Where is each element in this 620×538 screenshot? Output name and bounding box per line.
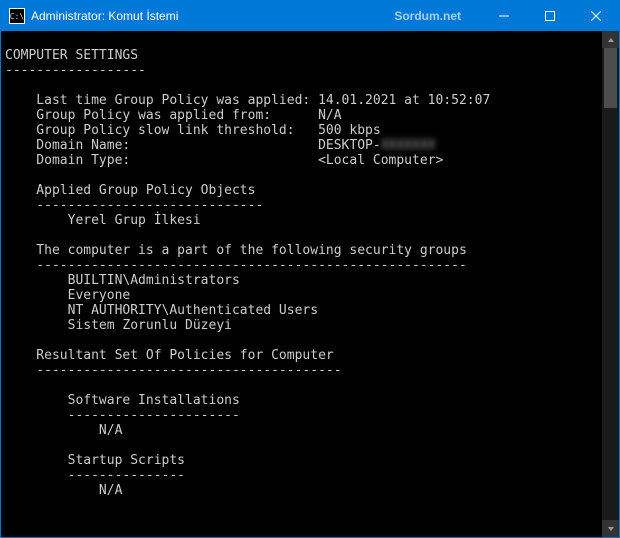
subsection-underline: -----------------------------	[5, 198, 263, 213]
window-title: Administrator: Komut İstemi	[31, 9, 178, 23]
blurred-hostname: XXXXXXX	[381, 138, 436, 153]
subsubsection-underline: ---------------	[5, 468, 185, 483]
command-prompt-window: C:\ Administrator: Komut İstemi Sordum.n…	[0, 0, 620, 538]
watermark: Sordum.net	[394, 9, 461, 23]
titlebar[interactable]: C:\ Administrator: Komut İstemi Sordum.n…	[1, 1, 619, 31]
info-row: Last time Group Policy was applied: 14.0…	[5, 93, 490, 108]
scrollbar-thumb[interactable]	[604, 48, 617, 108]
scroll-up-button[interactable]	[602, 31, 619, 48]
info-row: Group Policy slow link threshold: 500 kb…	[5, 123, 381, 138]
subsection-title: Applied Group Policy Objects	[5, 183, 255, 198]
list-item: Sistem Zorunlu Düzeyi	[5, 318, 232, 333]
info-row: Domain Type: <Local Computer>	[5, 153, 443, 168]
scrollbar-track[interactable]	[602, 48, 619, 520]
subsection-underline: ----------------------------------------…	[5, 258, 467, 273]
vertical-scrollbar[interactable]	[602, 31, 619, 537]
minimize-button[interactable]	[481, 1, 527, 31]
subsubsection-title: Startup Scripts	[5, 453, 185, 468]
info-row: Group Policy was applied from: N/A	[5, 108, 342, 123]
subsubsection-title: Software Installations	[5, 393, 240, 408]
subsection-underline: ---------------------------------------	[5, 363, 342, 378]
maximize-button[interactable]	[527, 1, 573, 31]
window-controls	[481, 1, 619, 31]
scroll-down-button[interactable]	[602, 520, 619, 537]
value-na: N/A	[5, 423, 122, 438]
console-area: COMPUTER SETTINGS ------------------ Las…	[1, 31, 619, 537]
section-header: COMPUTER SETTINGS	[5, 48, 138, 63]
list-item: BUILTIN\Administrators	[5, 273, 240, 288]
value-na: N/A	[5, 483, 122, 498]
list-item: NT AUTHORITY\Authenticated Users	[5, 303, 318, 318]
subsubsection-underline: ----------------------	[5, 408, 240, 423]
info-row: Domain Name: DESKTOP-XXXXXXX	[5, 138, 436, 153]
subsection-title: The computer is a part of the following …	[5, 243, 467, 258]
cmd-icon: C:\	[9, 8, 25, 24]
list-item: Yerel Grup İlkesi	[5, 213, 201, 228]
list-item: Everyone	[5, 288, 130, 303]
close-button[interactable]	[573, 1, 619, 31]
console-output[interactable]: COMPUTER SETTINGS ------------------ Las…	[1, 31, 602, 537]
subsection-title: Resultant Set Of Policies for Computer	[5, 348, 334, 363]
section-underline: ------------------	[5, 63, 146, 78]
